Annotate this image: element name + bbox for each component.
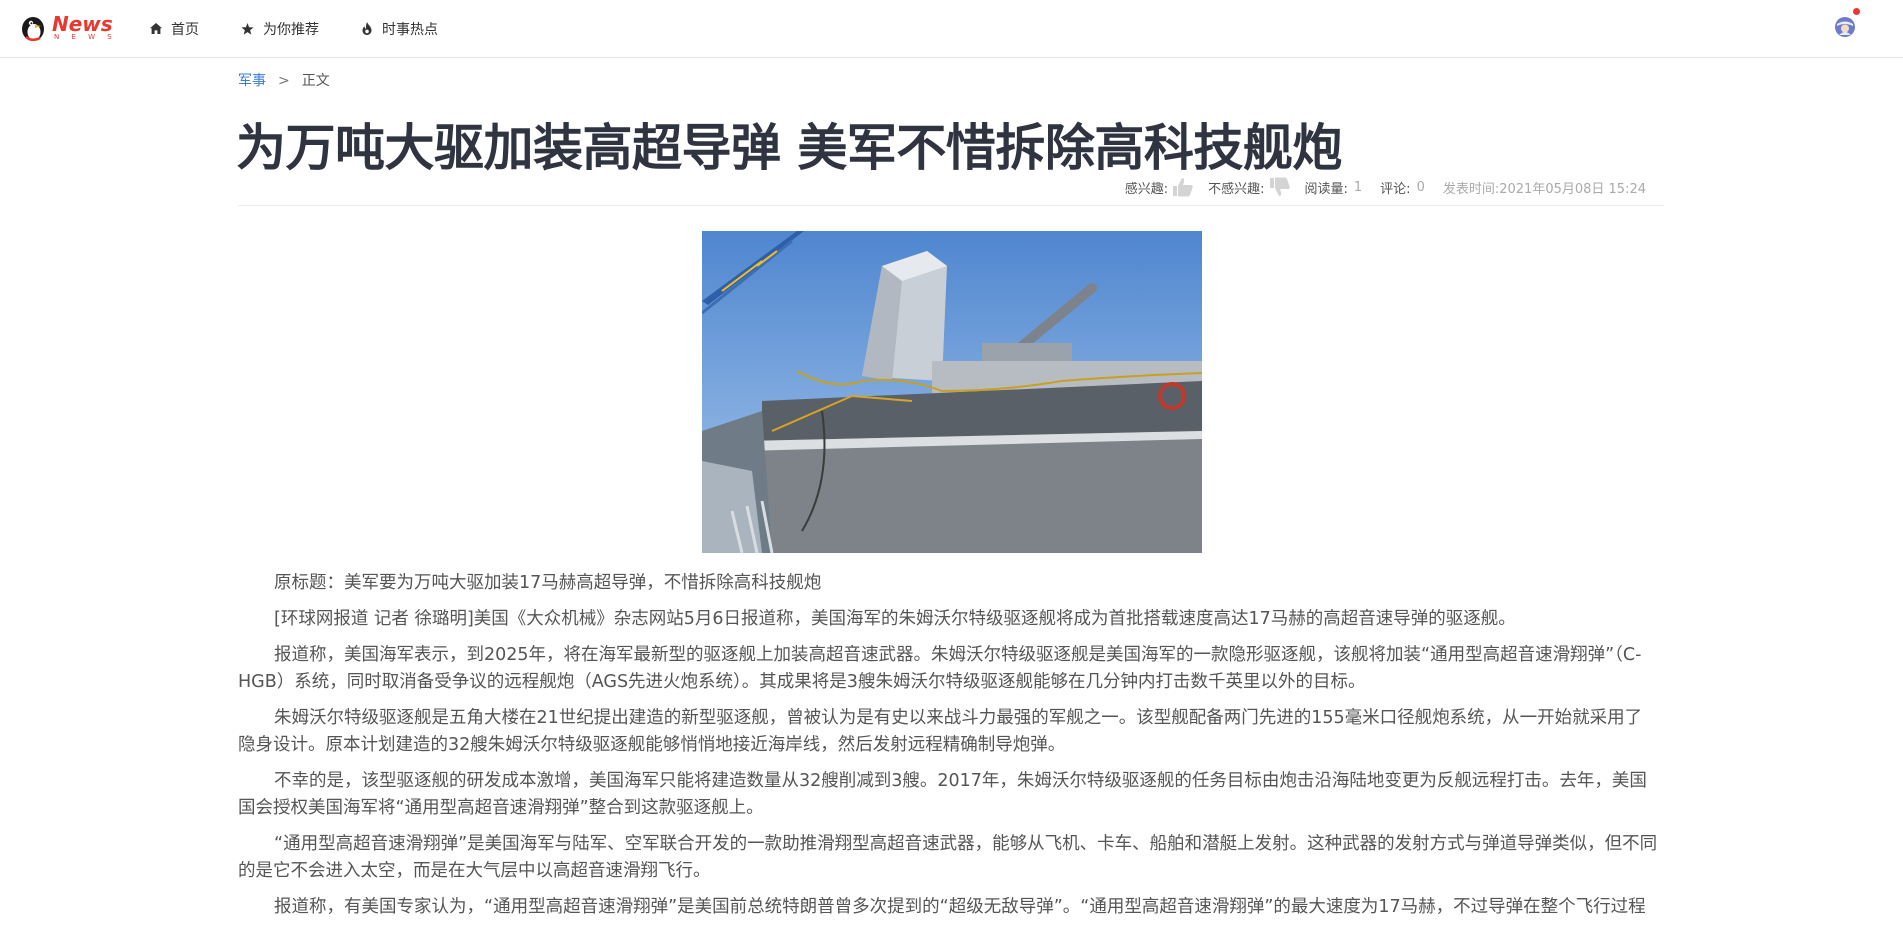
nav-item-hot[interactable]: 时事热点 (361, 19, 438, 39)
fire-icon (362, 22, 372, 35)
penguin-logo-icon (20, 13, 48, 41)
reads-count: 1 (1353, 179, 1363, 195)
article-paragraph: [环球网报道 记者 徐璐明]美国《大众机械》杂志网站5月6日报道称，美国海军的朱… (274, 609, 1516, 629)
dislike-label: 不感兴趣: (1208, 181, 1265, 197)
logo-subtitle: N E W S (54, 32, 117, 41)
thumbs-up-icon[interactable] (1172, 177, 1194, 197)
article-hero-image (702, 231, 1202, 553)
nav-item-recommend[interactable]: 为你推荐 (241, 19, 319, 39)
article-paragraph: “通用型高超音速滑翔弹”是美国海军与陆军、空军联合开发的一款助推滑翔型高超音速武… (238, 834, 1658, 881)
comments-label: 评论: (1380, 181, 1411, 197)
thumbs-down-icon[interactable] (1269, 177, 1291, 197)
article-paragraph: 朱姆沃尔特级驱逐舰是五角大楼在21世纪提出建造的新型驱逐舰，曾被认为是有史以来战… (238, 708, 1643, 755)
news-logo[interactable]: News N E W S (20, 10, 117, 44)
nav-label-recommend: 为你推荐 (263, 21, 319, 38)
article-body: 原标题：美军要为万吨大驱加装17马赫高超导弹，不惜拆除高科技舰炮 [环球网报道 … (238, 570, 1658, 930)
notification-dot (1853, 8, 1860, 15)
article-meta: 感兴趣: 不感兴趣: 阅读量: 1 评论: 0 发表时间: 2021年05月08… (1125, 177, 1646, 197)
reads-label: 阅读量: (1304, 181, 1348, 197)
logo-text: News N E W S (52, 14, 117, 41)
star-icon (241, 22, 254, 35)
article-paragraph: 报道称，美国海军表示，到2025年，将在海军最新型的驱逐舰上加装高超音速武器。朱… (238, 645, 1642, 692)
breadcrumb: 军事 > 正文 (238, 70, 330, 90)
article-title: 为万吨大驱加装高超导弹 美军不惜拆除高科技舰炮 (236, 119, 1342, 177)
nav-item-home[interactable]: 首页 (150, 19, 199, 39)
article-paragraph: 原标题：美军要为万吨大驱加装17马赫高超导弹，不惜拆除高科技舰炮 (274, 573, 822, 593)
breadcrumb-current: 正文 (301, 73, 330, 89)
published-time: 2021年05月08日 15:24 (1499, 181, 1646, 197)
title-divider (238, 205, 1664, 206)
breadcrumb-category-link[interactable]: 军事 (238, 73, 266, 89)
article-paragraph: 不幸的是，该型驱逐舰的研发成本激增，美国海军只能将建造数量从32艘削减到3艘。2… (238, 771, 1647, 818)
user-avatar-icon[interactable] (1834, 16, 1856, 38)
published-label: 发表时间: (1442, 181, 1500, 197)
logo-title: News (52, 11, 113, 36)
like-label: 感兴趣: (1124, 181, 1169, 197)
comments-count: 0 (1416, 179, 1425, 195)
article-paragraph: 报道称，有美国专家认为，“通用型高超音速滑翔弹”是美国前总统特朗普曾多次提到的“… (274, 897, 1646, 917)
home-icon (150, 23, 162, 34)
nav-label-hot: 时事热点 (382, 21, 438, 38)
main-nav: 首页 为你推荐 时事热点 (150, 0, 480, 57)
top-navigation-bar: News N E W S 首页 为你推荐 时事热点 (0, 0, 1903, 58)
nav-label-home: 首页 (171, 21, 199, 38)
breadcrumb-separator: > (278, 73, 290, 89)
